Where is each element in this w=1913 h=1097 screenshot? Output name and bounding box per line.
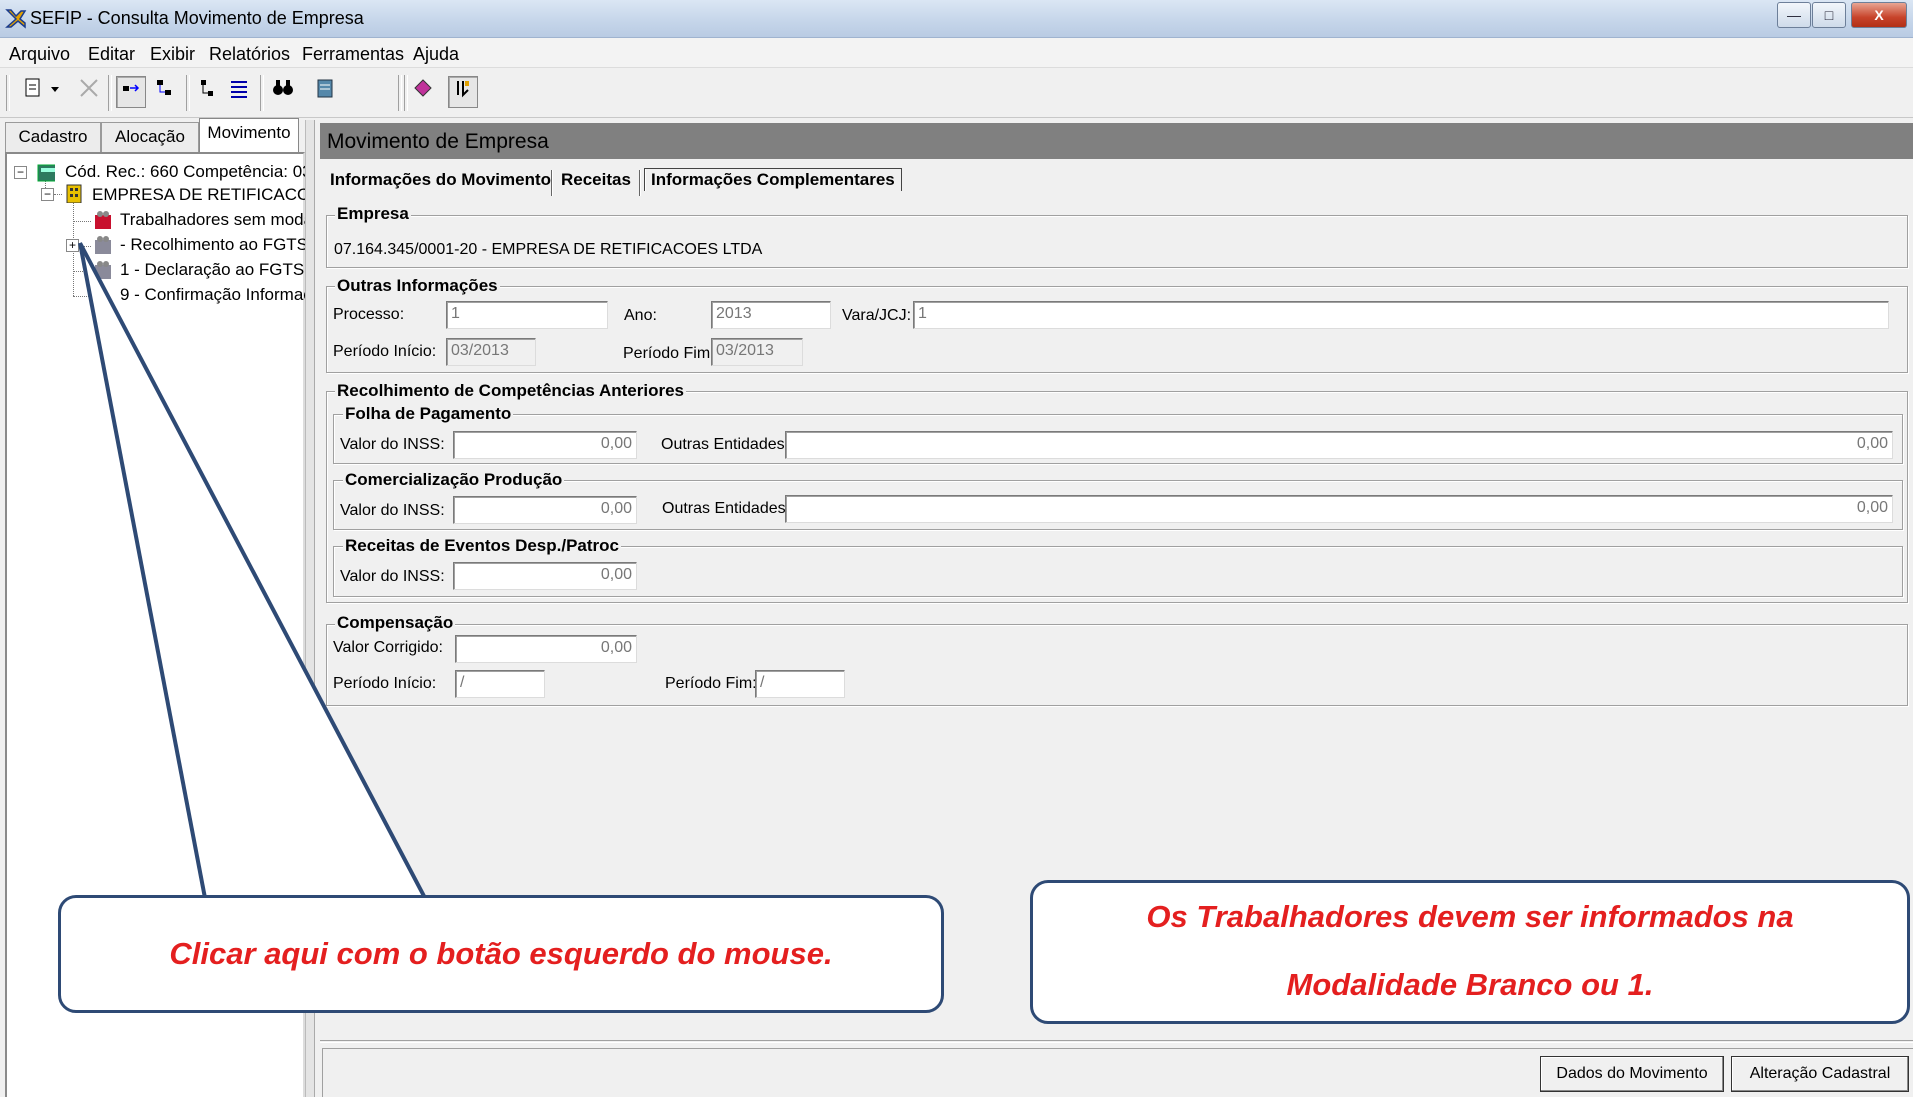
- callout-left: Clicar aqui com o botão esquerdo do mous…: [58, 895, 944, 1013]
- callout-right: Os Trabalhadores devem ser informados na…: [1030, 880, 1910, 1024]
- callout-right-line2: Modalidade Branco ou 1.: [1286, 967, 1654, 1002]
- callout-left-text: Clicar aqui com o botão esquerdo do mous…: [169, 936, 833, 971]
- callout-right-line1: Os Trabalhadores devem ser informados na: [1146, 899, 1794, 934]
